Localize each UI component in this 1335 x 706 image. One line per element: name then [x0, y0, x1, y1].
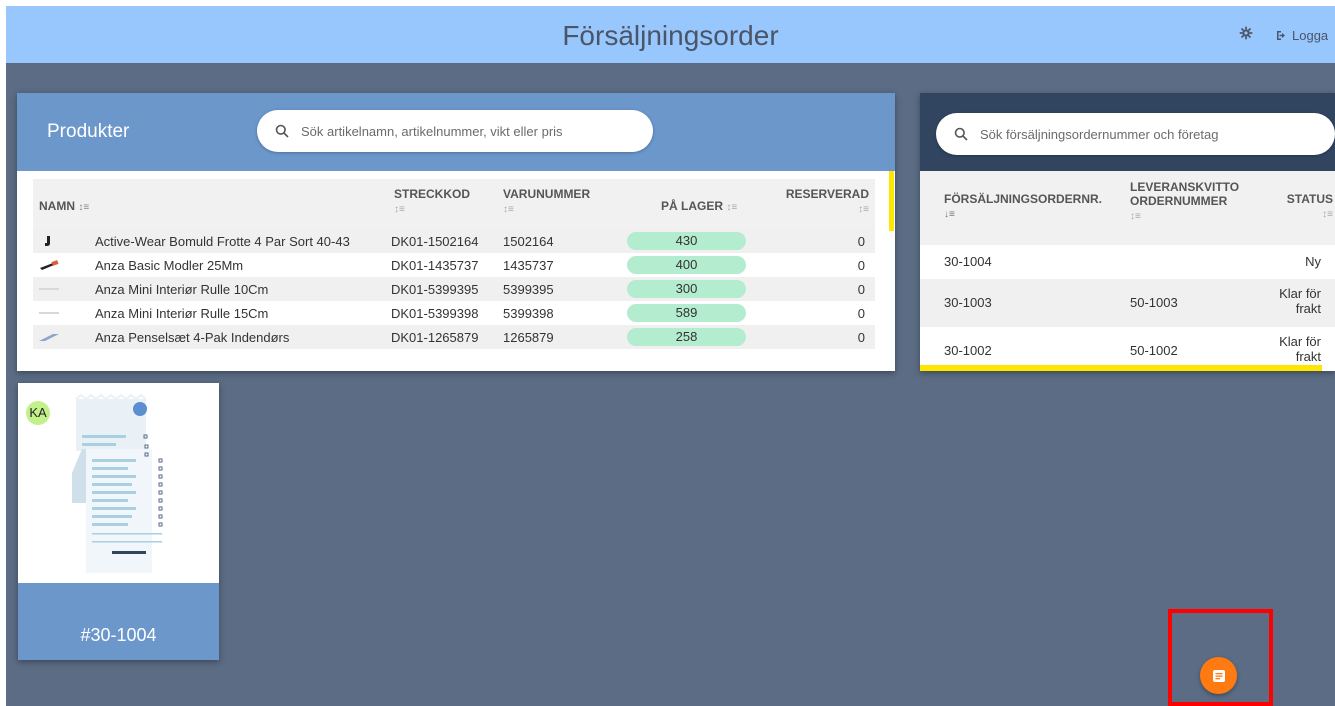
table-row[interactable]: 30-1003 50-1003 Klar för frakt [920, 279, 1335, 327]
orders-panel: FÖRSÄLJNINGSORDERNR. ↓≡ LEVERANSKVITTO O… [920, 93, 1335, 371]
orders-header [920, 93, 1335, 171]
product-thumbnail [39, 288, 59, 290]
stock-badge: 300 [627, 280, 746, 298]
table-row[interactable]: Anza Mini Interiør Rulle 10Cm DK01-53993… [33, 277, 875, 301]
products-table: NAMN ↕≡ STRECKKOD ↕≡ VARUNUMMER ↕≡ PÅ LA… [33, 179, 875, 349]
status-text: Klar för frakt [1279, 286, 1321, 316]
order-card-number: #30-1004 [80, 625, 157, 645]
sort-icon[interactable]: ↕≡ [1287, 209, 1333, 220]
table-row[interactable]: Active-Wear Bomuld Frotte 4 Par Sort 40-… [33, 229, 875, 253]
sort-icon[interactable]: ↕≡ [394, 204, 470, 215]
column-header-name[interactable]: NAMN ↕≡ [39, 199, 89, 213]
column-header-reserved[interactable]: RESERVERAD ↕≡ [786, 187, 869, 215]
gear-icon[interactable] [1239, 26, 1253, 40]
stock-badge: 430 [627, 232, 746, 250]
stock-badge: 400 [627, 256, 746, 274]
table-row[interactable]: Anza Basic Modler 25Mm DK01-1435737 1435… [33, 253, 875, 277]
document-illustration-icon [72, 393, 163, 573]
products-title: Produkter [47, 121, 130, 142]
order-card[interactable]: KA #30-1004 [18, 383, 219, 660]
sort-icon[interactable]: ↕≡ [503, 204, 590, 215]
products-table-header: NAMN ↕≡ STRECKKOD ↕≡ VARUNUMMER ↕≡ PÅ LA… [33, 179, 875, 229]
logout-icon [1277, 31, 1285, 40]
orders-table-header: FÖRSÄLJNINGSORDERNR. ↓≡ LEVERANSKVITTO O… [920, 171, 1335, 245]
notes-fab-button[interactable] [1200, 657, 1237, 694]
column-header-order-number[interactable]: FÖRSÄLJNINGSORDERNR. ↓≡ [944, 192, 1102, 220]
app-window: Försäljningsorder Logga Produkter Sök ar… [6, 6, 1335, 706]
product-thumbnail [39, 334, 59, 341]
avatar: KA [26, 401, 50, 425]
status-text: Klar för frakt [1279, 334, 1321, 364]
search-icon [275, 124, 289, 138]
column-header-item-number[interactable]: VARUNUMMER ↕≡ [503, 187, 590, 215]
column-header-stock[interactable]: PÅ LAGER ↕≡ [661, 199, 737, 213]
scroll-indicator[interactable] [920, 365, 1322, 371]
sort-icon[interactable]: ↓≡ [944, 209, 1102, 220]
logout-button[interactable]: Logga [1276, 28, 1328, 43]
product-thumbnail [40, 260, 59, 270]
product-thumbnail [39, 312, 59, 314]
product-search-input[interactable] [301, 123, 621, 139]
stock-badge: 258 [627, 328, 746, 346]
column-header-delivery-receipt[interactable]: LEVERANSKVITTO ORDERNUMMER ↕≡ [1130, 180, 1239, 222]
note-icon [1212, 669, 1225, 682]
order-card-footer: #30-1004 [18, 583, 219, 660]
order-search-box [936, 113, 1335, 155]
table-row[interactable]: Anza Mini Interiør Rulle 15Cm DK01-53993… [33, 301, 875, 325]
logout-label: Logga [1292, 28, 1329, 43]
top-bar: Försäljningsorder Logga [6, 6, 1335, 63]
orders-table: FÖRSÄLJNINGSORDERNR. ↓≡ LEVERANSKVITTO O… [920, 171, 1335, 371]
order-search-input[interactable] [980, 126, 1310, 142]
table-row[interactable]: Anza Penselsæt 4-Pak Indendørs DK01-1265… [33, 325, 875, 349]
table-row[interactable]: 30-1004 Ny [920, 245, 1335, 279]
stock-badge: 589 [627, 304, 746, 322]
sort-icon[interactable]: ↕≡ [1130, 211, 1239, 222]
sort-icon[interactable]: ↕≡ [78, 202, 89, 213]
sort-icon[interactable]: ↕≡ [726, 202, 737, 213]
products-table-body: Active-Wear Bomuld Frotte 4 Par Sort 40-… [33, 229, 875, 349]
scroll-indicator[interactable] [889, 171, 894, 231]
product-search-box [257, 110, 653, 152]
column-header-barcode[interactable]: STRECKKOD ↕≡ [394, 187, 470, 215]
column-header-status[interactable]: STATUS ↕≡ [1287, 192, 1333, 220]
sort-icon[interactable]: ↕≡ [786, 204, 869, 215]
product-thumbnail [45, 236, 50, 246]
search-icon [954, 127, 968, 141]
products-header: Produkter [17, 93, 895, 171]
page-title: Försäljningsorder [562, 20, 779, 51]
products-panel: Produkter NAMN ↕≡ STRECKKOD ↕≡ [17, 93, 895, 371]
